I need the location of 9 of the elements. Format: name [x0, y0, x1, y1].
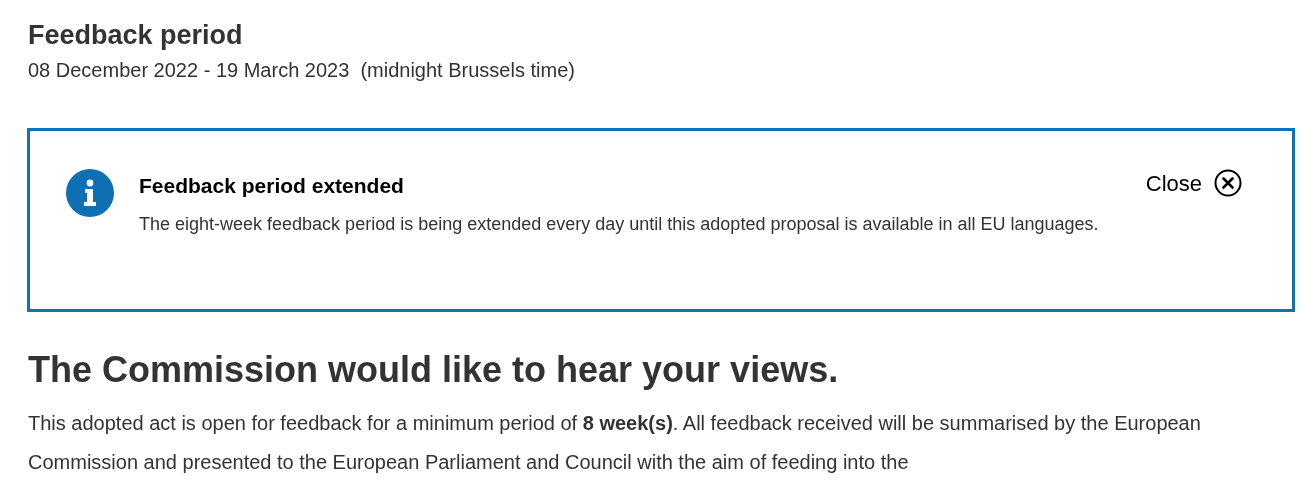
date-range: 08 December 2022 - 19 March 2023 (midnight Brussels time): [28, 58, 576, 83]
intro-paragraph: This adopted act is open for feedback for a minimum period of 8 week(s). All feedback received will be summarised by the European Commission and presented to the European Parliament and Council with the aim of feeding into the: [28, 411, 1202, 475]
notice-title: Feedback period extended: [139, 173, 405, 199]
close-icon: [1214, 169, 1242, 197]
section-heading: The Commission would like to hear your views.: [28, 348, 840, 392]
close-button[interactable]: Close: [1145, 169, 1242, 197]
notice-text: The eight-week feedback period is being extended every day until this adopted proposal is available in all EU languages.: [139, 213, 1100, 236]
section-title: Feedback period: [28, 19, 244, 52]
info-icon: [66, 169, 114, 217]
